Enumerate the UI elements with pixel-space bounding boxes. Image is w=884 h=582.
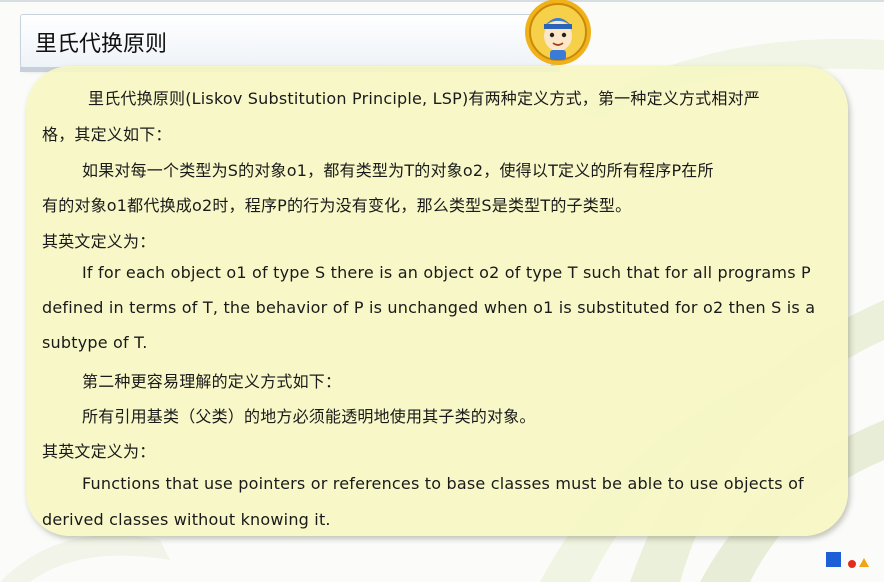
english-definition-2-line-2: derived classes without knowing it. (42, 510, 331, 529)
english-definition-heading-2: 其英文定义为： (42, 442, 156, 461)
slide-title: 里氏代换原则 (35, 32, 168, 57)
english-definition-1-line-3: subtype of T. (42, 333, 148, 352)
definition-2-heading: 第二种更容易理解的定义方式如下： (82, 372, 342, 391)
definition-1-line-2: 有的对象o1都代换成o2时，程序P的行为没有变化，那么类型S是类型T的子类型。 (42, 196, 632, 215)
paragraph-intro-line-1: 里氏代换原则(Liskov Substitution Principle, LS… (88, 89, 760, 108)
definition-1-line-1: 如果对每一个类型为S的对象o1，都有类型为T的对象o2，使得以T定义的所有程序P… (82, 161, 714, 180)
cartoon-mascot-badge-icon (525, 0, 591, 65)
english-definition-1-line-1: If for each object o1 of type S there is… (82, 263, 811, 282)
english-definition-1-line-2: defined in terms of T, the behavior of P… (42, 298, 816, 317)
slide-title-bar: 里氏代换原则 (20, 14, 552, 68)
orange-triangle-icon (859, 558, 869, 567)
slide-nav-shapes-icon (826, 552, 876, 572)
paragraph-intro-line-2: 格，其定义如下： (42, 125, 172, 144)
english-definition-2-line-1: Functions that use pointers or reference… (82, 474, 804, 493)
english-definition-heading-1: 其英文定义为： (42, 232, 156, 251)
blue-square-icon (826, 552, 841, 567)
definition-2-text: 所有引用基类（父类）的地方必须能透明地使用其子类的对象。 (82, 407, 536, 426)
red-dot-icon (848, 560, 856, 568)
